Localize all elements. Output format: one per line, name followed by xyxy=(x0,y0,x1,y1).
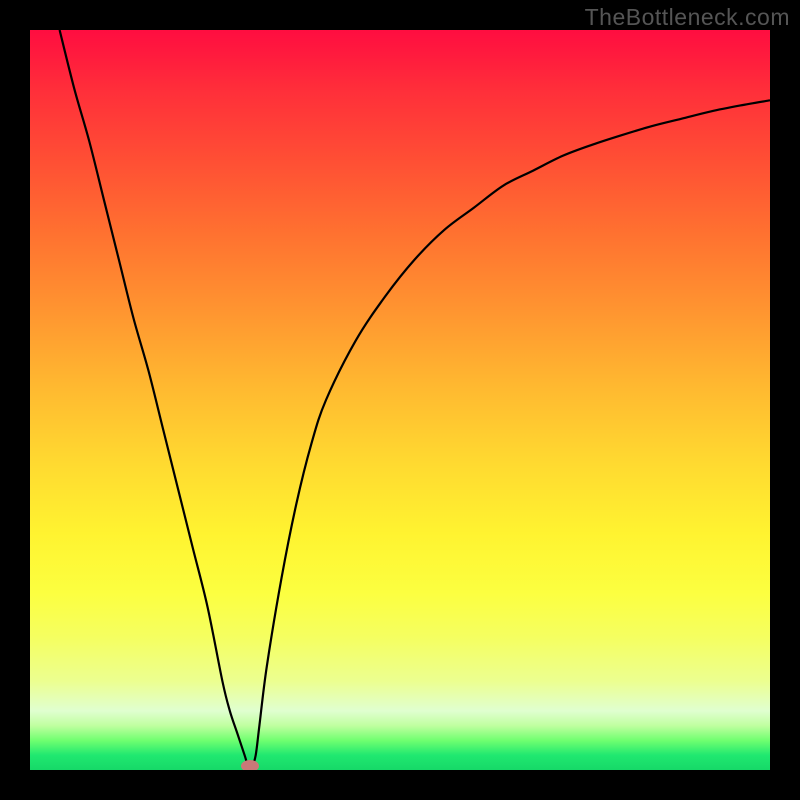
bottleneck-curve xyxy=(30,30,770,770)
chart-plot-area xyxy=(30,30,770,770)
optimum-marker xyxy=(241,760,259,770)
watermark-text: TheBottleneck.com xyxy=(585,4,790,31)
